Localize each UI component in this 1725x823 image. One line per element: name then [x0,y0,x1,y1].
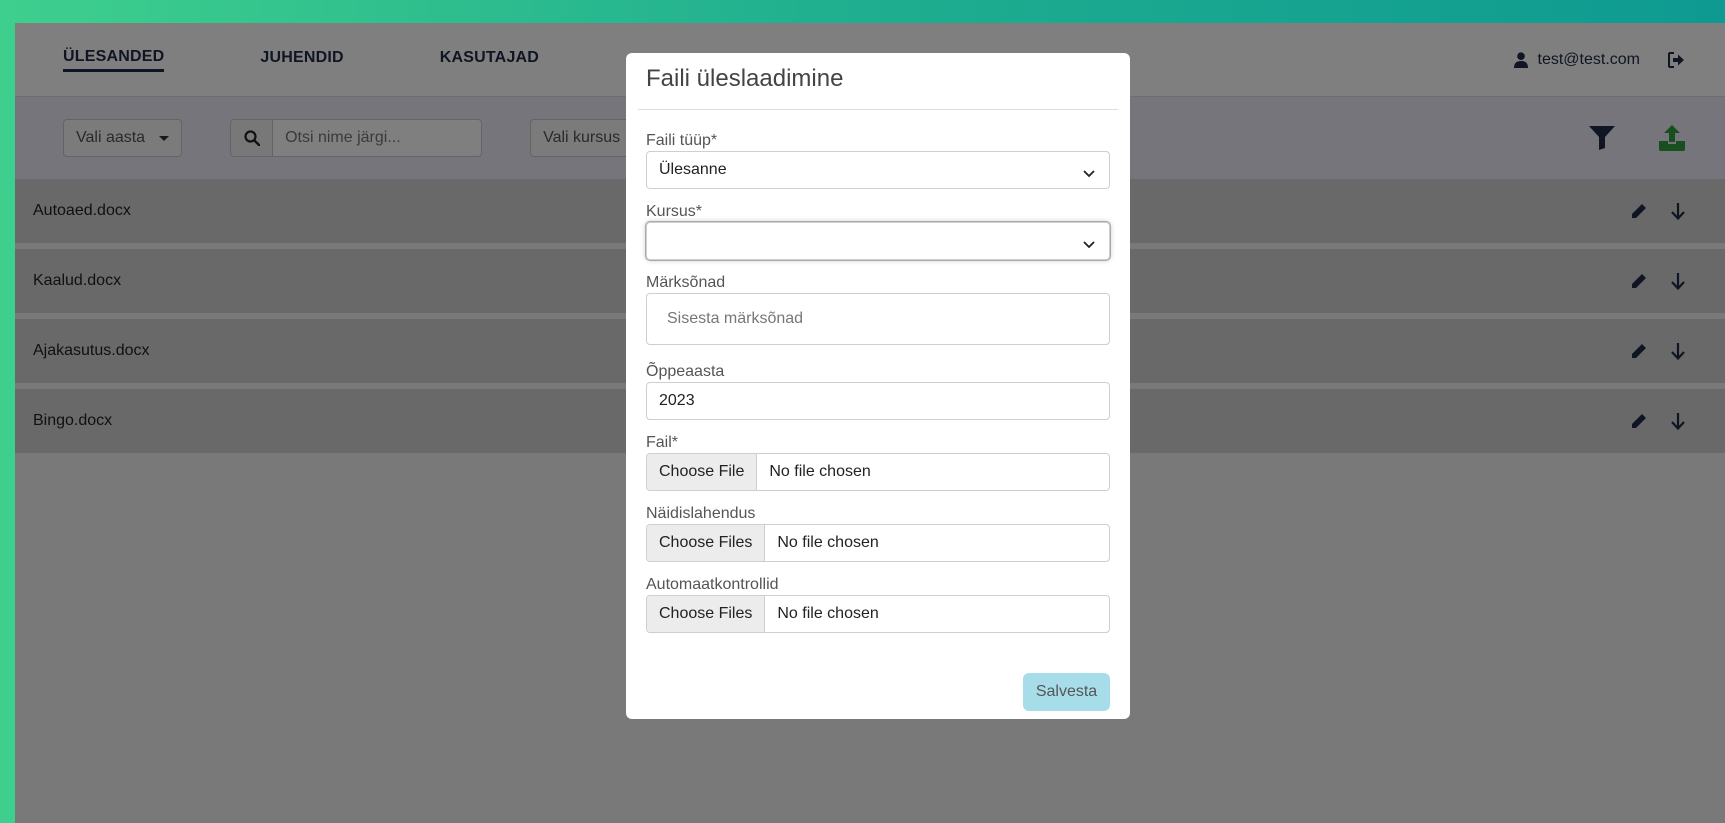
pencil-icon[interactable] [1631,413,1647,429]
autotests-input[interactable]: Choose Files No file chosen [646,595,1110,633]
chevron-down-icon [1083,165,1095,183]
chevron-down-icon [1083,236,1095,254]
choose-example-files-button[interactable]: Choose Files [647,525,766,561]
course-select[interactable] [646,222,1110,260]
file-type-value: Ülesanne [659,161,727,178]
search-icon [230,119,273,157]
keywords-label: Märksõnad [646,274,726,291]
arrow-down-icon[interactable] [1671,202,1685,220]
modal-title: Faili üleslaadimine [638,53,1118,110]
pencil-icon[interactable] [1631,343,1647,359]
course-filter-label: Vali kursus [543,129,621,146]
choose-autotest-files-button[interactable]: Choose Files [647,596,766,632]
file-name: Bingo.docx [33,412,113,429]
file-type-select[interactable]: Ülesanne [646,151,1110,189]
nav-tab-juhendid[interactable]: JUHENDID [260,49,343,70]
upload-modal: Faili üleslaadimine Faili tüüp* Ülesanne… [626,53,1130,719]
keywords-placeholder: Sisesta märksõnad [667,310,804,327]
logout-icon[interactable] [1668,52,1685,68]
file-type-label: Faili tüüp* [646,132,718,149]
file-name: Autoaed.docx [33,202,131,219]
file-name: Kaalud.docx [33,272,122,289]
pencil-icon[interactable] [1631,203,1647,219]
file-name: Ajakasutus.docx [33,342,150,359]
arrow-down-icon[interactable] [1671,412,1685,430]
keywords-input[interactable]: Sisesta märksõnad [646,293,1110,345]
year-select[interactable]: Vali aasta [63,119,183,157]
example-solution-label: Näidislahendus [646,505,756,522]
nav-tab-ulesanded[interactable]: ÜLESANDED [63,48,165,72]
search-input[interactable] [272,119,483,157]
example-solution-input[interactable]: Choose Files No file chosen [646,524,1110,562]
filter-icon[interactable] [1589,126,1615,150]
user-area: test@test.com [1513,23,1686,97]
autotests-label: Automaatkontrollid [646,576,779,593]
file-input[interactable]: Choose File No file chosen [646,453,1110,491]
arrow-down-icon[interactable] [1671,342,1685,360]
file-status: No file chosen [769,463,871,480]
year-select-label: Vali aasta [76,129,146,146]
autotest-file-status: No file chosen [777,605,879,622]
caret-down-icon [159,135,170,141]
file-label: Fail* [646,434,679,451]
user-email: test@test.com [1537,51,1641,68]
nav-tab-kasutajad[interactable]: KASUTAJAD [440,49,539,70]
pencil-icon[interactable] [1631,273,1647,289]
save-button[interactable]: Salvesta [1023,673,1110,711]
year-label: Õppeaasta [646,363,725,380]
upload-icon[interactable] [1659,125,1685,151]
user-icon [1513,52,1528,68]
arrow-down-icon[interactable] [1671,272,1685,290]
search-group [230,119,483,157]
choose-file-button[interactable]: Choose File [647,454,758,490]
year-value: 2023 [659,392,695,409]
toolbar-actions [1589,97,1685,179]
course-label: Kursus* [646,203,703,220]
example-file-status: No file chosen [777,534,879,551]
year-input[interactable]: 2023 [646,382,1110,420]
